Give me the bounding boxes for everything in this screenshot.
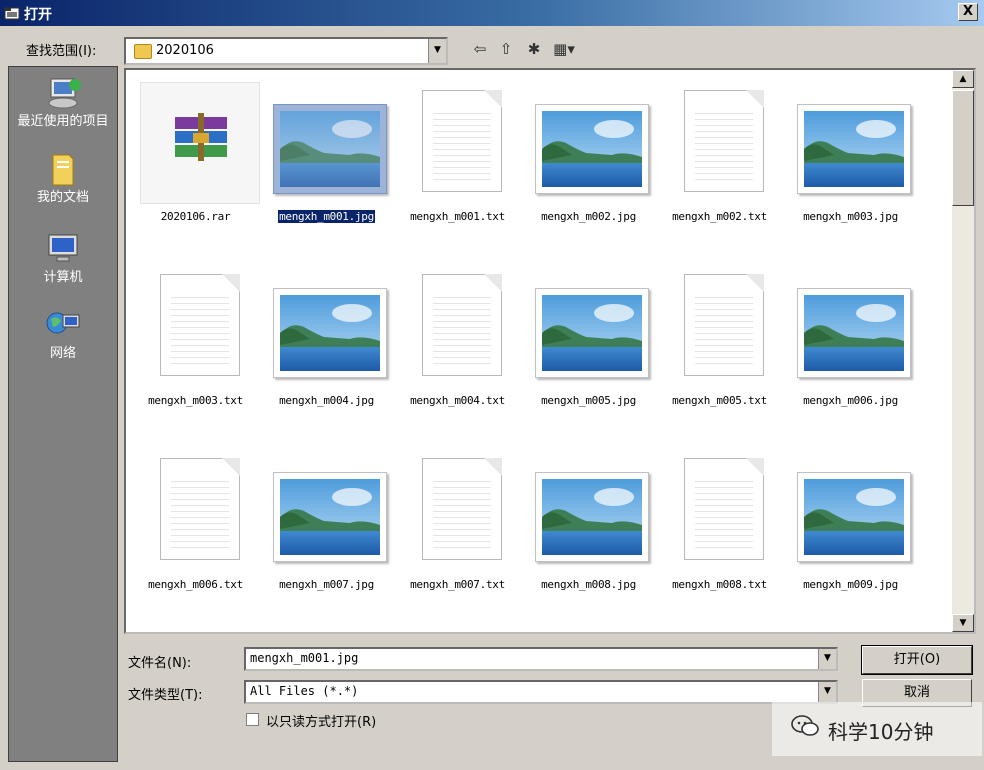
chevron-down-icon[interactable]: ▼	[818, 649, 836, 669]
file-item[interactable]: mengxh_m007.txt	[392, 444, 523, 604]
image-thumbnail	[797, 472, 911, 562]
file-item[interactable]: mengxh_m004.txt	[392, 260, 523, 420]
place-computer[interactable]: 计算机	[9, 231, 117, 285]
scroll-thumb[interactable]	[952, 90, 974, 206]
file-name: mengxh_m006.jpg	[803, 394, 898, 407]
file-item[interactable]: mengxh_m008.jpg	[523, 444, 654, 604]
filetype-select[interactable]: All Files (*.*) ▼	[244, 680, 838, 704]
text-file-icon	[160, 458, 240, 560]
file-name: mengxh_m002.txt	[672, 210, 767, 223]
file-name: mengxh_m003.txt	[148, 394, 243, 407]
text-file-icon	[684, 274, 764, 376]
file-name: mengxh_m003.jpg	[803, 210, 898, 223]
file-item[interactable]: mengxh_m002.txt	[654, 76, 785, 236]
places-bar: 最近使用的项目 我的文档 计算机 网络	[8, 66, 118, 762]
place-label: 网络	[49, 346, 76, 361]
network-icon	[43, 307, 83, 343]
text-file-icon	[422, 90, 502, 192]
new-folder-icon[interactable]: ✱	[522, 38, 546, 60]
my-documents-icon	[43, 151, 83, 187]
scroll-up-button[interactable]: ▲	[952, 70, 974, 88]
file-name: mengxh_m001.jpg	[278, 210, 375, 223]
open-button[interactable]: 打开(O)	[861, 645, 973, 675]
image-thumbnail	[535, 288, 649, 378]
text-file-icon	[160, 274, 240, 376]
file-item[interactable]: mengxh_m006.txt	[130, 444, 261, 604]
file-item[interactable]: mengxh_m003.jpg	[785, 76, 916, 236]
watermark-text: 科学10分钟	[828, 720, 934, 744]
file-item[interactable]: mengxh_m005.jpg	[523, 260, 654, 420]
text-file-icon	[684, 90, 764, 192]
chevron-down-icon[interactable]: ▼	[428, 39, 446, 63]
file-item[interactable]: 2020106.rar	[130, 76, 261, 236]
file-item[interactable]: mengxh_m001.jpg	[261, 76, 392, 236]
chevron-down-icon[interactable]: ▼	[818, 682, 836, 702]
file-list-view[interactable]: 2020106.rar mengxh_m001.jpg mengxh_m001.tx…	[124, 68, 976, 634]
recent-icon	[43, 75, 83, 111]
file-name: mengxh_m004.txt	[410, 394, 505, 407]
text-file-icon	[684, 458, 764, 560]
file-item[interactable]: mengxh_m008.txt	[654, 444, 785, 604]
text-file-icon	[422, 274, 502, 376]
file-name: mengxh_m007.txt	[410, 578, 505, 591]
file-item[interactable]: mengxh_m004.jpg	[261, 260, 392, 420]
image-thumbnail	[273, 288, 387, 378]
filetype-label: 文件类型(T):	[128, 688, 203, 703]
place-label: 最近使用的项目	[17, 114, 109, 129]
readonly-label: 以只读方式打开(R)	[266, 715, 377, 730]
file-name: mengxh_m004.jpg	[279, 394, 374, 407]
file-name: 2020106.rar	[160, 210, 231, 223]
file-item[interactable]: mengxh_m002.jpg	[523, 76, 654, 236]
wechat-icon	[791, 715, 819, 736]
archive-icon	[140, 82, 260, 204]
window-title: 打开	[24, 7, 52, 23]
text-file-icon	[422, 458, 502, 560]
file-name: mengxh_m005.jpg	[541, 394, 636, 407]
title-bar: 打开 X	[0, 0, 984, 26]
file-name: mengxh_m008.jpg	[541, 578, 636, 591]
image-thumbnail	[535, 104, 649, 194]
place-network[interactable]: 网络	[9, 307, 117, 361]
back-icon[interactable]: ⇦	[468, 38, 492, 60]
place-label: 计算机	[43, 270, 83, 285]
file-name: mengxh_m002.jpg	[541, 210, 636, 223]
place-recent[interactable]: 最近使用的项目	[9, 75, 117, 129]
file-item[interactable]: mengxh_m001.txt	[392, 76, 523, 236]
up-folder-icon[interactable]: ⇧	[494, 38, 518, 60]
file-item[interactable]: mengxh_m007.jpg	[261, 444, 392, 604]
image-thumbnail	[535, 472, 649, 562]
close-button[interactable]: X	[958, 3, 978, 21]
file-item[interactable]: mengxh_m005.txt	[654, 260, 785, 420]
file-item[interactable]: mengxh_m009.jpg	[785, 444, 916, 604]
image-thumbnail	[273, 104, 387, 194]
lookin-label: 查找范围(I):	[26, 44, 97, 59]
folder-icon	[134, 44, 152, 59]
vertical-scrollbar[interactable]: ▲ ▼	[952, 70, 974, 632]
image-thumbnail	[273, 472, 387, 562]
file-name: mengxh_m008.txt	[672, 578, 767, 591]
computer-icon	[43, 231, 83, 267]
folder-open-icon	[4, 7, 20, 20]
scroll-down-button[interactable]: ▼	[952, 614, 974, 632]
filename-field[interactable]: mengxh_m001.jpg ▼	[244, 647, 838, 671]
file-name: mengxh_m009.jpg	[803, 578, 898, 591]
image-thumbnail	[797, 288, 911, 378]
lookin-combo[interactable]: 2020106 ▼	[124, 37, 448, 65]
file-name: mengxh_m001.txt	[410, 210, 505, 223]
filename-value: mengxh_m001.jpg	[250, 651, 359, 665]
file-name: mengxh_m007.jpg	[279, 578, 374, 591]
place-label: 我的文档	[36, 190, 89, 205]
filename-label: 文件名(N):	[128, 656, 192, 671]
file-name: mengxh_m006.txt	[148, 578, 243, 591]
file-item[interactable]: mengxh_m003.txt	[130, 260, 261, 420]
file-item[interactable]: mengxh_m006.jpg	[785, 260, 916, 420]
image-thumbnail	[797, 104, 911, 194]
file-name: mengxh_m005.txt	[672, 394, 767, 407]
filetype-value: All Files (*.*)	[250, 684, 359, 698]
place-my-documents[interactable]: 我的文档	[9, 151, 117, 205]
close-icon: X	[962, 4, 974, 19]
view-menu-icon[interactable]: ▦▾	[552, 38, 576, 60]
readonly-checkbox[interactable]	[246, 713, 259, 726]
lookin-value: 2020106	[156, 43, 214, 58]
